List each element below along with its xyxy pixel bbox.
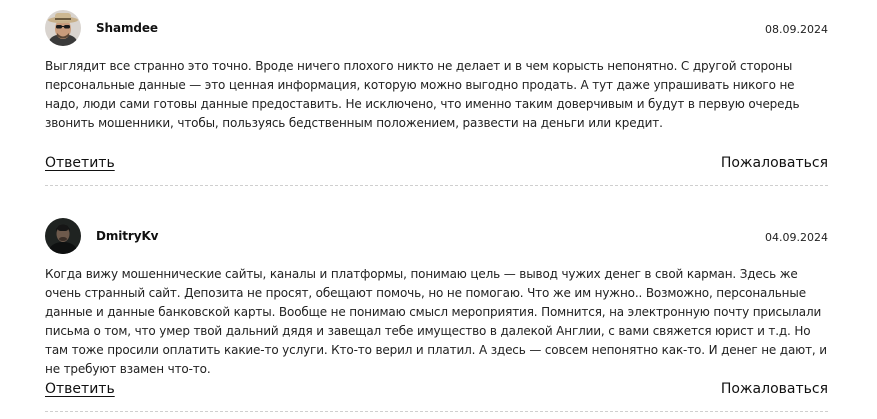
avatar[interactable] [45,10,81,46]
report-link[interactable]: Пожаловаться [721,155,828,171]
comment-header: Shamdee 08.09.2024 [45,10,828,48]
comment-date: 08.09.2024 [765,23,828,36]
comment-date: 04.09.2024 [765,231,828,244]
reply-link[interactable]: Ответить [45,155,115,171]
comment-text: Когда вижу мошеннические сайты, каналы и… [45,267,827,376]
user-avatar-dark-icon [45,218,81,254]
reply-link[interactable]: Ответить [45,381,115,397]
comment-header: DmitryKv 04.09.2024 [45,218,828,256]
comment-divider [45,411,828,412]
comment-item: Shamdee 08.09.2024 Выглядит все странно … [45,10,828,186]
author-name: Shamdee [96,21,158,35]
comment-actions: Ответить Пожаловаться [45,155,828,175]
avatar[interactable] [45,218,81,254]
comment-text: Выглядит все странно это точно. Вроде ни… [45,59,800,130]
comment-item: DmitryKv 04.09.2024 Когда вижу мошенниче… [45,218,828,412]
comment-actions: Ответить Пожаловаться [45,381,828,401]
report-link[interactable]: Пожаловаться [721,381,828,397]
comment-divider [45,185,828,186]
user-avatar-hat-sunglasses-icon [45,10,81,46]
author-name: DmitryKv [96,229,159,243]
